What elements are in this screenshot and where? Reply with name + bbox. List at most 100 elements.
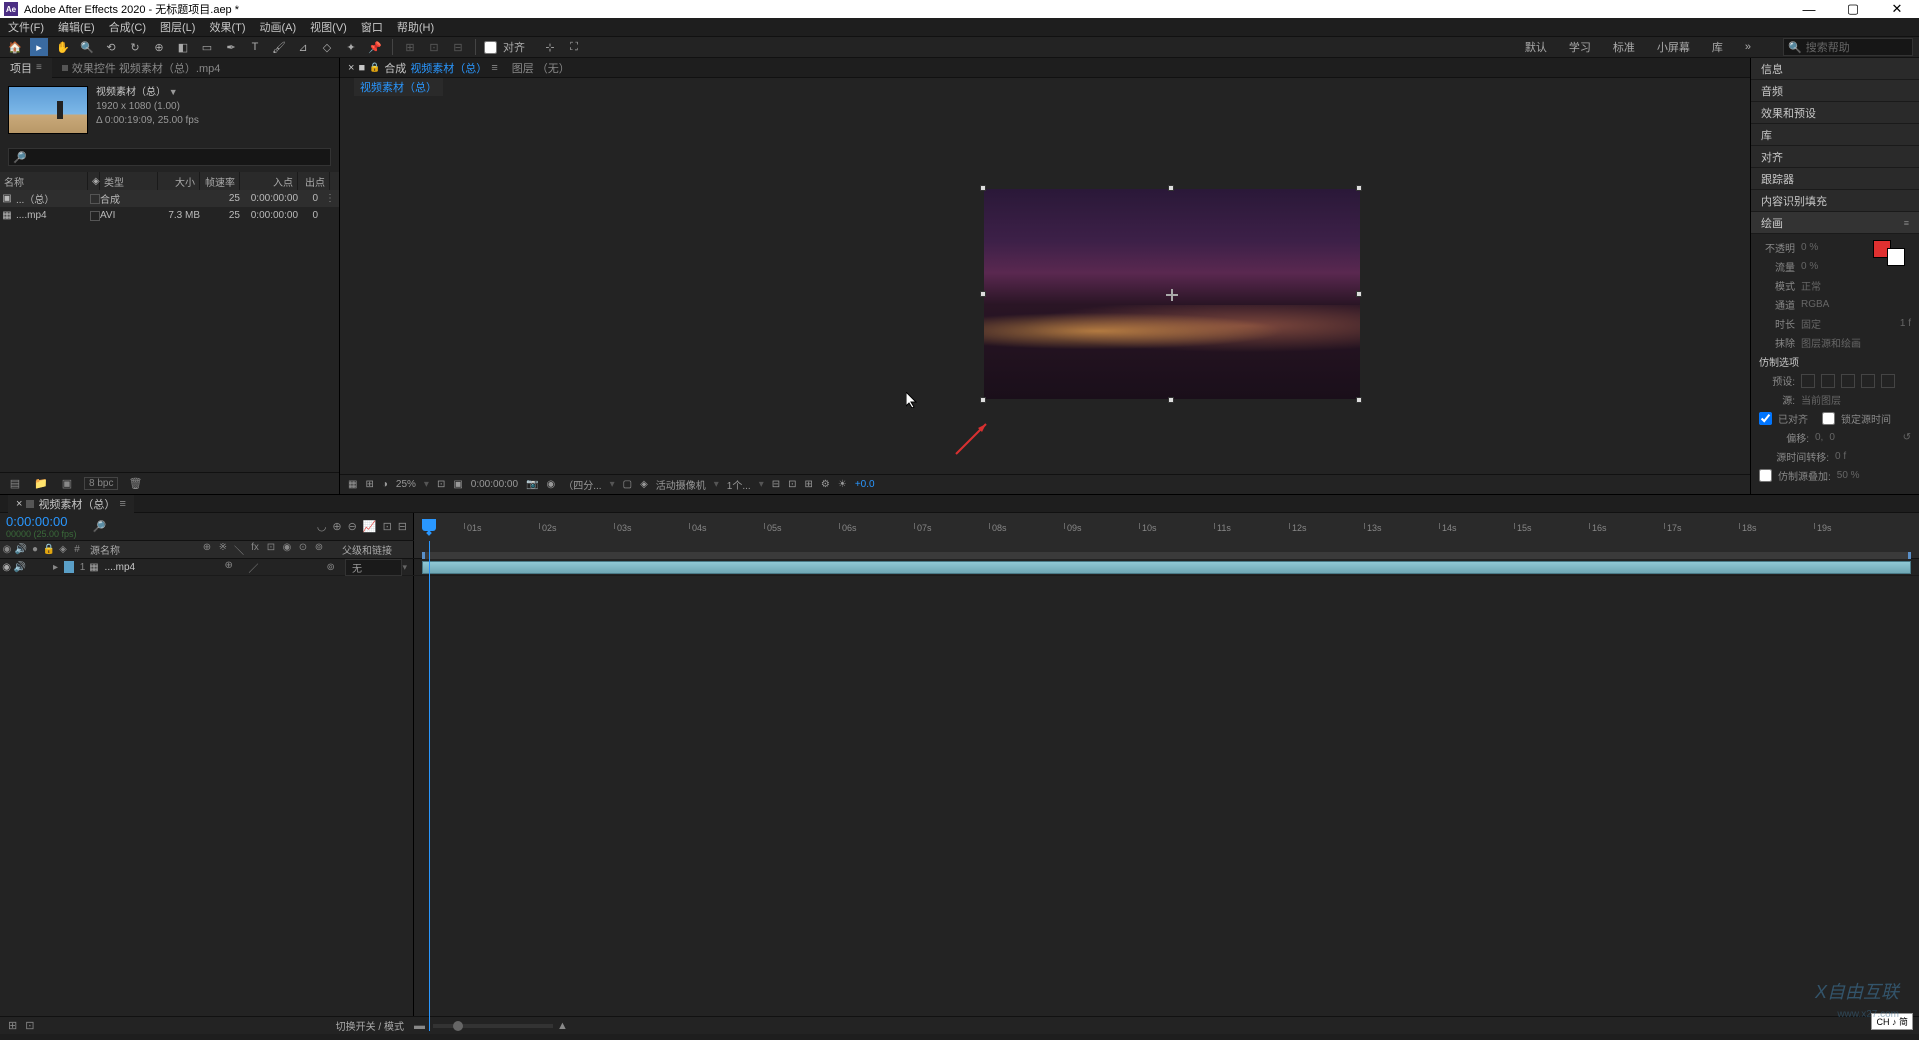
dropdown-arrow-icon[interactable]: ▼ xyxy=(169,87,178,97)
reset-offset-icon[interactable]: ↺ xyxy=(1903,432,1911,443)
menu-edit[interactable]: 编辑(E) xyxy=(58,19,95,35)
row-color-tag[interactable] xyxy=(90,211,100,221)
clone-preset-3-icon[interactable] xyxy=(1841,374,1855,388)
opacity-value[interactable]: 0 % xyxy=(1801,242,1818,253)
orbit-tool[interactable]: ⟲ xyxy=(102,38,120,56)
project-row-comp[interactable]: ▣ ...（总） 合成 25 0:00:00:00 0 ⋮ xyxy=(0,190,339,207)
zoom-out-icon[interactable]: ▬ xyxy=(414,1020,425,1032)
snapshot-icon[interactable]: 📷 xyxy=(526,479,538,490)
clone-overlay-checkbox[interactable] xyxy=(1759,469,1772,482)
video-toggle-icon[interactable]: ◉ xyxy=(0,562,13,573)
transform-handle[interactable] xyxy=(1356,397,1362,403)
offset-x[interactable]: 0, xyxy=(1815,432,1823,443)
col-out[interactable]: 出点 xyxy=(298,172,330,190)
switch-3d[interactable] xyxy=(309,560,319,575)
panel-menu-icon[interactable]: ≡ xyxy=(491,62,497,74)
dropdown-icon[interactable]: ▾ xyxy=(759,479,764,490)
menu-window[interactable]: 窗口 xyxy=(361,19,383,35)
snap-checkbox[interactable] xyxy=(484,41,497,54)
flow-value[interactable]: 0 % xyxy=(1801,261,1818,272)
roto-tool[interactable]: ✦ xyxy=(342,38,360,56)
panel-menu-icon[interactable]: ≡ xyxy=(36,62,42,73)
switch-shy[interactable]: ⊕ xyxy=(225,560,235,575)
clone-tool[interactable]: ⊿ xyxy=(294,38,312,56)
transform-handle[interactable] xyxy=(980,185,986,191)
3d-icon[interactable]: ⊞ xyxy=(805,479,813,490)
switch-collapse[interactable] xyxy=(237,560,247,575)
index-col-icon[interactable]: # xyxy=(70,544,84,555)
layer-color-tag[interactable] xyxy=(64,561,73,573)
roi-icon[interactable]: ▣ xyxy=(453,479,462,490)
channel-value[interactable]: RGBA xyxy=(1801,299,1829,310)
switch-col-icon[interactable]: ⊡ xyxy=(264,542,278,557)
new-comp-icon[interactable]: ▣ xyxy=(58,476,76,492)
menu-composition[interactable]: 合成(C) xyxy=(109,19,146,35)
col-in[interactable]: 入点 xyxy=(240,172,298,190)
pen-tool[interactable]: ✒ xyxy=(222,38,240,56)
switch-col-icon[interactable]: ⊚ xyxy=(312,542,326,557)
help-search[interactable]: 🔍 搜索帮助 xyxy=(1783,38,1913,56)
row-color-tag[interactable] xyxy=(90,194,100,204)
clone-preset-2-icon[interactable] xyxy=(1821,374,1835,388)
switch-col-icon[interactable]: ※ xyxy=(216,542,230,557)
selection-tool[interactable]: ▸ xyxy=(30,38,48,56)
puppet-tool[interactable]: 📌 xyxy=(366,38,384,56)
switch-col-icon[interactable]: fx xyxy=(248,542,262,557)
timeline-icon[interactable]: ◈ xyxy=(640,479,648,490)
graph-editor-icon[interactable]: 📈 xyxy=(363,520,377,533)
project-tab[interactable]: 项目 ≡ xyxy=(0,58,52,78)
workspace-library[interactable]: 库 xyxy=(1712,39,1723,55)
world-axis-icon[interactable]: ⊡ xyxy=(425,38,443,56)
switch-fx[interactable] xyxy=(261,560,271,575)
offset-y[interactable]: 0 xyxy=(1829,432,1835,443)
switch-frame-blend[interactable] xyxy=(273,560,283,575)
effects-panel-tab[interactable]: 效果和预设 xyxy=(1751,102,1919,124)
tracker-panel-tab[interactable]: 跟踪器 xyxy=(1751,168,1919,190)
aligned-checkbox[interactable] xyxy=(1759,412,1772,425)
audio-col-icon[interactable]: 🔊 xyxy=(14,544,28,555)
layer-duration-bar[interactable] xyxy=(422,561,1911,574)
exposure-reset-icon[interactable]: ☀ xyxy=(838,479,847,490)
playhead-line[interactable] xyxy=(429,541,430,1031)
draft-3d-icon[interactable]: ⊡ xyxy=(383,520,392,533)
close-tab-icon[interactable]: × xyxy=(348,62,354,74)
zoom-tool[interactable]: 🔍 xyxy=(78,38,96,56)
workspace-overflow[interactable]: » xyxy=(1745,41,1751,53)
snap-options-icon[interactable]: ⊹ xyxy=(541,38,559,56)
menu-help[interactable]: 帮助(H) xyxy=(397,19,434,35)
workspace-default[interactable]: 默认 xyxy=(1525,39,1547,55)
transparency-grid-icon[interactable]: ⊞ xyxy=(365,479,373,490)
layer-tab[interactable]: 图层 （无） xyxy=(512,60,570,76)
duration-value[interactable]: 固定 xyxy=(1801,316,1821,331)
maximize-button[interactable]: ▢ xyxy=(1831,0,1875,18)
switch-adjustment[interactable] xyxy=(297,560,307,575)
library-panel-tab[interactable]: 库 xyxy=(1751,124,1919,146)
workspace-standard[interactable]: 标准 xyxy=(1613,39,1635,55)
mode-value[interactable]: 正常 xyxy=(1801,278,1821,293)
panel-menu-icon[interactable]: ≡ xyxy=(119,498,125,510)
toggle-label[interactable]: 切换开关 / 模式 xyxy=(336,1018,404,1033)
panel-menu-icon[interactable]: ≡ xyxy=(1904,218,1909,228)
mask-toggle-icon[interactable]: ◑ xyxy=(382,479,388,490)
transform-handle[interactable] xyxy=(1168,185,1174,191)
anchor-point-icon[interactable] xyxy=(1168,291,1176,299)
background-swatch[interactable] xyxy=(1887,248,1905,266)
timeline-zoom-slider[interactable] xyxy=(433,1024,553,1028)
clone-overlay-value[interactable]: 50 % xyxy=(1837,470,1860,481)
dropdown-icon[interactable]: ▾ xyxy=(424,479,429,490)
view-axis-icon[interactable]: ⊟ xyxy=(449,38,467,56)
camera-tool[interactable]: ⊕ xyxy=(150,38,168,56)
transform-handle[interactable] xyxy=(980,291,986,297)
local-axis-icon[interactable]: ⊞ xyxy=(401,38,419,56)
transform-handle[interactable] xyxy=(980,397,986,403)
menu-animation[interactable]: 动画(A) xyxy=(260,19,297,35)
row-menu-icon[interactable]: ⋮ xyxy=(325,193,335,204)
video-col-icon[interactable]: ◉ xyxy=(0,544,14,555)
snap-extents-icon[interactable]: ⛶ xyxy=(565,38,583,56)
frame-blend-icon[interactable]: ⊕ xyxy=(332,520,341,533)
dropdown-arrow-icon[interactable]: ▾ xyxy=(402,562,407,573)
renderer-icon[interactable]: ⚙ xyxy=(821,479,830,490)
transform-handle[interactable] xyxy=(1168,397,1174,403)
col-fps[interactable]: 帧速率 xyxy=(200,172,240,190)
audio-panel-tab[interactable]: 音频 xyxy=(1751,80,1919,102)
